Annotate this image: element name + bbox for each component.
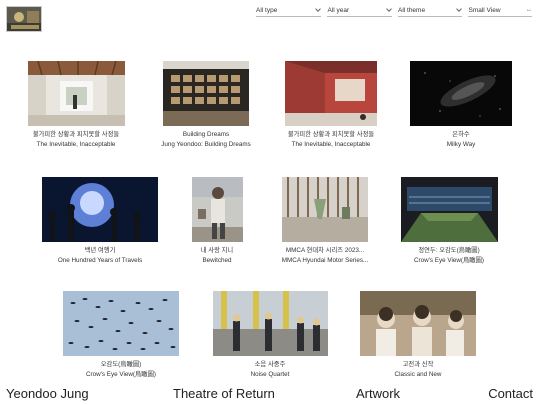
artwork-title-korean: 불가피한 상황과 피치못할 사정들 [32, 131, 120, 138]
year-filter-select[interactable]: All year [327, 5, 392, 17]
artwork-thumbnail [400, 177, 498, 242]
artwork-title-english: Crow's Eye View(烏瞰圖) [413, 257, 484, 264]
artwork-thumbnail [282, 177, 368, 242]
nav-link-contact[interactable]: Contact [488, 386, 533, 401]
artwork-thumbnail [163, 61, 249, 126]
artwork-title-korean: MMCA 현대차 시리즈 2023... [285, 247, 365, 254]
artwork-title-korean: 정연두: 오감도(烏瞰圖) [418, 247, 480, 254]
artwork-title-english: The Inevitable, Inacceptable [291, 141, 371, 148]
nav-link-artwork[interactable]: Artwork [356, 386, 400, 401]
artwork-thumbnail [27, 61, 125, 126]
site-logo[interactable] [6, 6, 42, 32]
year-filter-label: All year [327, 7, 350, 14]
resize-arrows-icon: ↔ [526, 7, 532, 13]
artwork-card[interactable]: 고전과 신작 Classic and New [353, 291, 483, 380]
artwork-card[interactable]: Building Dreams Jung Yeondoo: Building D… [150, 61, 262, 150]
nav-link-theatre-of-return[interactable]: Theatre of Return [173, 386, 275, 401]
artwork-thumbnail [285, 61, 377, 126]
type-filter-select[interactable]: All type [256, 5, 322, 17]
artwork-title-korean: 은하수 [452, 131, 470, 138]
artwork-title-english: MMCA Hyundai Motor Series... [281, 257, 369, 264]
artwork-title-english: Milky Way [446, 141, 476, 148]
artwork-card[interactable]: 불가피한 상황과 피치못할 사정들 The Inevitable, Inacce… [275, 61, 387, 150]
theme-filter-select[interactable]: All theme [397, 5, 463, 17]
artwork-thumbnail [360, 291, 476, 356]
nav-link-home[interactable]: Yeondoo Jung [6, 386, 89, 401]
artwork-title-english: Crow's Eye View(烏瞰圖) [85, 371, 156, 378]
artwork-title-korean: 불가피한 상황과 피치못할 사정들 [287, 131, 375, 138]
artwork-title-english: Bewitched [202, 257, 232, 264]
artwork-card[interactable]: 은하수 Milky Way [405, 61, 517, 150]
main-navigation: Yeondoo Jung Theatre of Return Artwork C… [0, 386, 540, 404]
chevron-down-icon [456, 6, 463, 12]
artwork-title-korean: 소음 사중주 [254, 361, 286, 368]
artwork-title-english: Noise Quartet [250, 371, 290, 378]
artwork-title-english: Jung Yeondoo: Building Dreams [161, 141, 251, 148]
chevron-down-icon [386, 6, 392, 12]
artwork-title-korean: 백년 여행기 [84, 247, 116, 254]
artwork-title-english: The Inevitable, Inacceptable [36, 141, 116, 148]
artwork-thumbnail [191, 177, 243, 242]
artwork-title-korean: 내 사랑 지니 [200, 247, 234, 254]
theme-filter-label: All theme [397, 7, 426, 14]
type-filter-label: All type [256, 7, 278, 14]
artwork-title-korean: 고전과 신작 [402, 361, 434, 368]
artwork-thumbnail [42, 177, 158, 242]
artwork-title-korean: Building Dreams [182, 131, 230, 138]
artwork-thumbnail [212, 291, 328, 356]
view-size-label: Small View [468, 7, 501, 14]
artwork-card[interactable]: 오감도(烏瞰圖) Crow's Eye View(烏瞰圖) [56, 291, 186, 380]
chevron-down-icon [315, 6, 322, 12]
artwork-card[interactable]: 불가피한 상황과 피치못할 사정들 The Inevitable, Inacce… [20, 61, 132, 150]
filter-bar: All type All year All theme Small View ↔ [256, 5, 532, 17]
artwork-card[interactable]: 소음 사중주 Noise Quartet [200, 291, 340, 380]
artwork-card[interactable]: 내 사랑 지니 Bewitched [178, 177, 256, 266]
artwork-title-english: One Hundred Years of Travels [57, 257, 143, 264]
view-size-toggle[interactable]: Small View ↔ [468, 5, 532, 17]
artwork-thumbnail [410, 61, 512, 126]
artwork-title-english: Classic and New [394, 371, 442, 378]
artwork-title-korean: 오감도(烏瞰圖) [100, 361, 142, 368]
artwork-card[interactable]: MMCA 현대차 시리즈 2023... MMCA Hyundai Motor … [270, 177, 380, 266]
artwork-card[interactable]: 정연두: 오감도(烏瞰圖) Crow's Eye View(烏瞰圖) [394, 177, 504, 266]
artwork-card[interactable]: 백년 여행기 One Hundred Years of Travels [36, 177, 164, 266]
artwork-thumbnail [63, 291, 179, 356]
